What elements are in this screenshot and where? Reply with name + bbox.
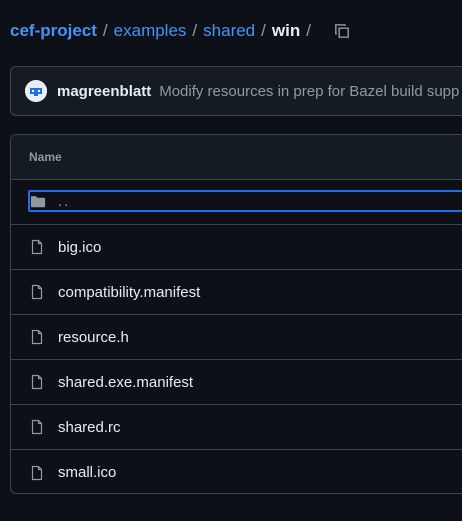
- file-icon: [29, 465, 45, 481]
- breadcrumb: cef-project / examples / shared / win /: [10, 19, 353, 43]
- folder-icon: [30, 193, 46, 209]
- file-row[interactable]: shared.rc: [11, 405, 462, 450]
- file-row[interactable]: shared.exe.manifest: [11, 360, 462, 405]
- file-table: Name .. big.ico compatibility.manifest r…: [10, 134, 462, 494]
- commit-message-link[interactable]: Modify resources in prep for Bazel build…: [159, 83, 459, 100]
- focus-outline: ..: [28, 190, 462, 212]
- file-icon: [29, 284, 45, 300]
- file-name[interactable]: resource.h: [58, 329, 129, 346]
- avatar-icon: [25, 80, 47, 102]
- latest-commit-bar: magreenblatt Modify resources in prep fo…: [10, 66, 462, 116]
- file-name[interactable]: small.ico: [58, 464, 116, 481]
- file-icon: [29, 239, 45, 255]
- copy-path-button[interactable]: [331, 20, 353, 42]
- commit-author-link[interactable]: magreenblatt: [57, 83, 151, 100]
- copy-icon: [335, 24, 349, 38]
- file-name[interactable]: compatibility.manifest: [58, 284, 200, 301]
- file-name[interactable]: shared.rc: [58, 419, 121, 436]
- file-name[interactable]: big.ico: [58, 239, 101, 256]
- breadcrumb-separator: /: [306, 21, 311, 40]
- file-icon: [29, 374, 45, 390]
- file-name[interactable]: shared.exe.manifest: [58, 374, 193, 391]
- parent-directory-label: ..: [58, 192, 71, 210]
- file-row[interactable]: big.ico: [11, 225, 462, 270]
- file-row[interactable]: small.ico: [11, 450, 462, 493]
- table-header-name: Name: [11, 135, 462, 180]
- file-icon: [29, 419, 45, 435]
- avatar[interactable]: [25, 80, 47, 102]
- breadcrumb-link-shared[interactable]: shared: [203, 21, 255, 41]
- breadcrumb-separator: /: [261, 21, 266, 40]
- breadcrumb-separator: /: [192, 21, 198, 40]
- breadcrumb-separator: /: [102, 21, 108, 40]
- file-row[interactable]: resource.h: [11, 315, 462, 360]
- breadcrumb-current: win: [271, 21, 301, 40]
- breadcrumb-root-link[interactable]: cef-project: [10, 21, 97, 41]
- parent-directory-row[interactable]: ..: [11, 180, 462, 225]
- breadcrumb-link-examples[interactable]: examples: [114, 21, 187, 41]
- file-icon: [29, 329, 45, 345]
- file-row[interactable]: compatibility.manifest: [11, 270, 462, 315]
